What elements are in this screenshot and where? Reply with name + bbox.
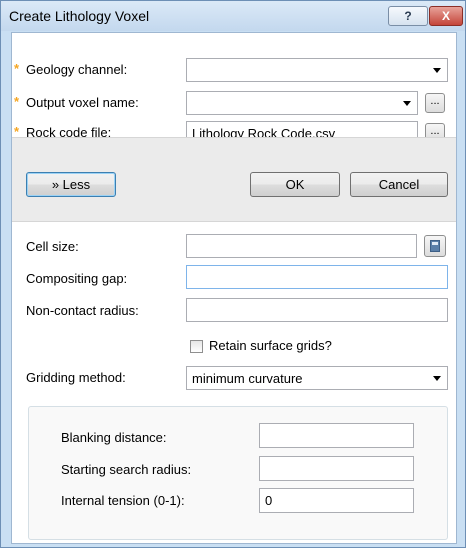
output-voxel-browse-button[interactable]: ... (425, 93, 445, 113)
required-marker-icon: * (14, 94, 20, 109)
gridding-method-select[interactable]: minimum curvature (186, 366, 448, 390)
retain-surface-grids-checkbox[interactable] (190, 340, 203, 353)
geology-channel-combo[interactable] (186, 58, 448, 82)
chevron-down-icon[interactable] (403, 101, 411, 106)
gridding-method-label: Gridding method: (26, 370, 126, 385)
chevron-down-icon[interactable] (433, 68, 441, 73)
blanking-distance-input[interactable] (259, 423, 414, 448)
help-button[interactable]: ? (388, 6, 428, 26)
less-button[interactable]: » Less (26, 172, 116, 197)
geology-channel-label: Geology channel: (26, 62, 128, 77)
starting-search-radius-input[interactable] (259, 456, 414, 481)
calculator-button[interactable] (424, 235, 446, 257)
calculator-icon (430, 240, 440, 252)
output-voxel-combo[interactable] (186, 91, 418, 115)
blanking-distance-label: Blanking distance: (61, 430, 167, 445)
cell-size-label: Cell size: (26, 239, 79, 254)
internal-tension-label: Internal tension (0-1): (61, 493, 185, 508)
close-button[interactable]: X (429, 6, 463, 26)
dialog-body: * Geology channel: * Output voxel name: … (11, 32, 457, 544)
starting-search-radius-label: Starting search radius: (61, 462, 192, 477)
title-bar[interactable]: Create Lithology Voxel ? X (1, 1, 465, 31)
output-voxel-label: Output voxel name: (26, 95, 139, 110)
compositing-gap-label: Compositing gap: (26, 271, 128, 286)
compositing-gap-input[interactable] (186, 265, 448, 289)
cell-size-input[interactable] (186, 234, 417, 258)
internal-tension-input[interactable]: 0 (259, 488, 414, 513)
chevron-down-icon[interactable] (433, 376, 441, 381)
retain-surface-grids-label[interactable]: Retain surface grids? (209, 338, 332, 353)
button-band: » Less OK Cancel (12, 137, 456, 222)
internal-tension-value: 0 (265, 493, 273, 508)
required-marker-icon: * (14, 61, 20, 76)
dialog-title: Create Lithology Voxel (9, 8, 150, 24)
cancel-button[interactable]: Cancel (350, 172, 448, 197)
dialog-window: Create Lithology Voxel ? X * Geology cha… (0, 0, 466, 548)
close-icon: X (441, 9, 450, 23)
gridding-parameters-group: Blanking distance: Starting search radiu… (28, 406, 448, 540)
non-contact-radius-label: Non-contact radius: (26, 303, 139, 318)
help-icon: ? (404, 9, 412, 23)
ok-button[interactable]: OK (250, 172, 340, 197)
gridding-method-value: minimum curvature (192, 371, 303, 386)
non-contact-radius-input[interactable] (186, 298, 448, 322)
